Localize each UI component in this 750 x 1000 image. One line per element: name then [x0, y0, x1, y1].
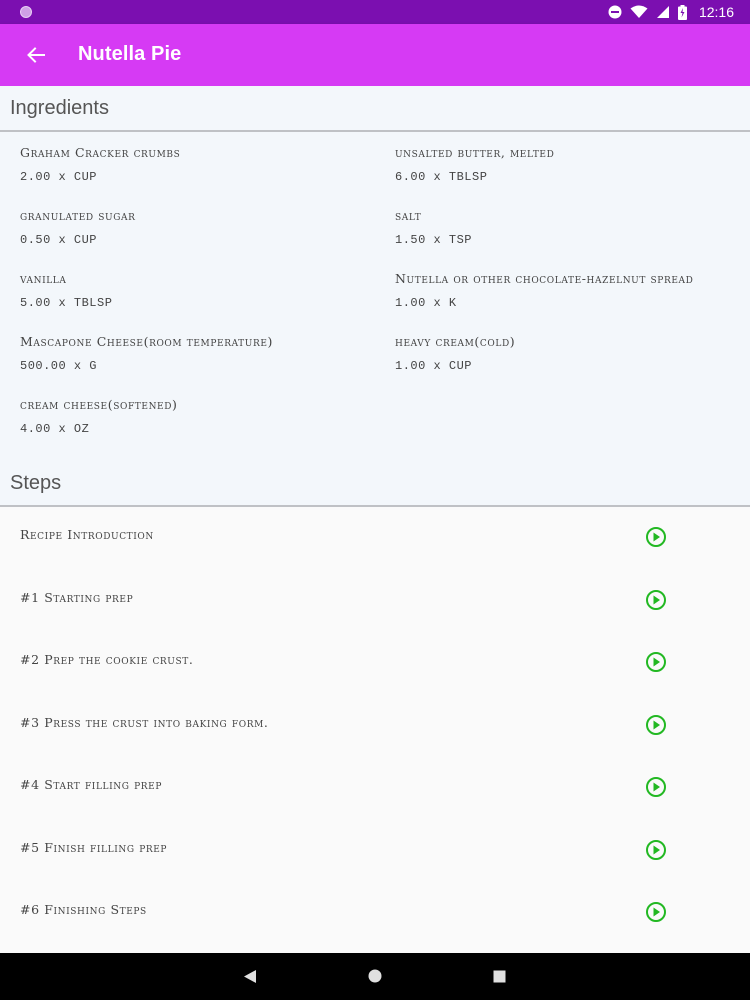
ingredient-name: unsalted butter, melted: [395, 145, 555, 160]
step-label: #2 Prep the cookie crust.: [20, 652, 194, 667]
ingredient-name: Nutella or other chocolate-hazelnut spre…: [395, 271, 694, 286]
ingredient-item: Nutella or other chocolate-hazelnut spre…: [375, 266, 750, 329]
ingredient-quantity: 6.00 x TBLSP: [395, 170, 488, 184]
battery-icon: [677, 4, 687, 20]
ingredients-list: Graham Cracker crumbs 2.00 x CUP unsalte…: [0, 132, 750, 461]
ingredient-name: heavy cream(cold): [395, 334, 516, 349]
step-item[interactable]: #2 Prep the cookie crust.: [0, 632, 750, 695]
ingredient-item: heavy cream(cold) 1.00 x CUP: [375, 329, 750, 392]
nav-back-icon[interactable]: [243, 969, 257, 984]
wifi-icon: [630, 5, 648, 18]
play-circle-icon[interactable]: [645, 651, 667, 673]
page-title: Nutella Pie: [78, 43, 182, 65]
app-bar: Nutella Pie: [0, 24, 750, 86]
notification-dot-icon: [20, 6, 32, 18]
ingredient-quantity: 2.00 x CUP: [20, 170, 98, 184]
step-item[interactable]: #1 Starting prep: [0, 570, 750, 633]
ingredient-name: vanilla: [20, 271, 67, 286]
steps-header: Steps: [0, 461, 750, 507]
step-item[interactable]: #4 Start filling prep: [0, 757, 750, 820]
ingredient-item: salt 1.50 x TSP: [375, 203, 750, 266]
step-item[interactable]: #5 Finish filling prep: [0, 820, 750, 883]
arrow-back-icon: [27, 47, 45, 63]
play-circle-icon[interactable]: [645, 776, 667, 798]
step-label: #6 Finishing Steps: [20, 902, 147, 917]
ingredient-item: cream cheese(softened) 4.00 x OZ: [0, 392, 375, 455]
step-item[interactable]: #3 Press the crust into baking form.: [0, 695, 750, 758]
step-item[interactable]: Recipe Introduction: [0, 507, 750, 570]
back-button[interactable]: [22, 41, 50, 69]
signal-icon: [656, 6, 669, 18]
play-circle-icon[interactable]: [645, 714, 667, 736]
system-nav-bar: [0, 953, 750, 1000]
ingredient-name: granulated sugar: [20, 208, 136, 223]
ingredient-item: Mascapone Cheese(room temperature) 500.0…: [0, 329, 375, 392]
step-label: Recipe Introduction: [20, 527, 154, 542]
ingredient-item: Graham Cracker crumbs 2.00 x CUP: [0, 140, 375, 203]
play-circle-icon[interactable]: [645, 839, 667, 861]
nav-home-icon[interactable]: [368, 969, 382, 983]
ingredient-quantity: 5.00 x TBLSP: [20, 296, 113, 310]
do-not-disturb-icon: [608, 5, 622, 19]
ingredient-name: Graham Cracker crumbs: [20, 145, 181, 160]
ingredients-header: Ingredients: [0, 86, 750, 132]
step-item[interactable]: #6 Finishing Steps: [0, 882, 750, 945]
ingredients-title: Ingredients: [10, 96, 109, 119]
ingredient-quantity: 1.00 x K: [395, 296, 457, 310]
step-label: #4 Start filling prep: [20, 777, 162, 792]
play-circle-icon[interactable]: [645, 526, 667, 548]
ingredient-quantity: 4.00 x OZ: [20, 422, 90, 436]
steps-title: Steps: [10, 471, 62, 494]
ingredient-name: cream cheese(softened): [20, 397, 178, 412]
status-bar: 12:16: [0, 0, 750, 24]
ingredient-name: Mascapone Cheese(room temperature): [20, 334, 273, 349]
steps-list: Recipe Introduction #1 Starting prep #2 …: [0, 507, 750, 945]
play-circle-icon[interactable]: [645, 589, 667, 611]
step-label: #1 Starting prep: [20, 589, 134, 605]
ingredient-name: salt: [395, 208, 422, 223]
ingredient-item: vanilla 5.00 x TBLSP: [0, 266, 375, 329]
ingredient-quantity: 1.50 x TSP: [395, 233, 473, 247]
ingredient-quantity: 500.00 x G: [20, 359, 98, 373]
step-label: #3 Press the crust into baking form.: [20, 714, 269, 730]
recipe-content[interactable]: Ingredients Graham Cracker crumbs 2.00 x…: [0, 86, 750, 953]
ingredient-quantity: 1.00 x CUP: [395, 359, 473, 373]
status-time: 12:16: [698, 4, 734, 20]
ingredient-quantity: 0.50 x CUP: [20, 233, 98, 247]
ingredient-item: unsalted butter, melted 6.00 x TBLSP: [375, 140, 750, 203]
status-icons: 12:16: [608, 3, 734, 21]
step-label: #5 Finish filling prep: [20, 839, 168, 855]
nav-recents-icon[interactable]: [493, 970, 506, 983]
play-circle-icon[interactable]: [645, 901, 667, 923]
ingredient-item: granulated sugar 0.50 x CUP: [0, 203, 375, 266]
